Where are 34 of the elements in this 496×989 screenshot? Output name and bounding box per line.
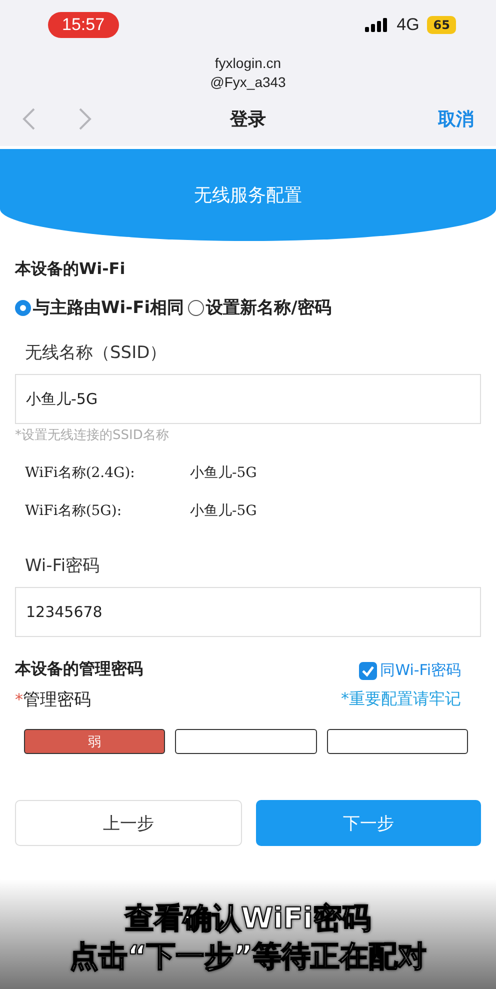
- password-field[interactable]: 12345678: [15, 587, 481, 637]
- back-icon[interactable]: [22, 107, 36, 131]
- section-title: 本设备的管理密码: [15, 658, 143, 680]
- domain-text: fyxlogin.cn: [214, 54, 282, 73]
- account-text: @Fyx_a343: [210, 73, 286, 92]
- band-label: WiFi名称(5G):: [25, 502, 123, 520]
- note-text: *重要配置请牢记: [341, 689, 461, 710]
- same-password-checkbox[interactable]: 同Wi-Fi密码: [359, 661, 461, 680]
- battery-badge: 65: [427, 16, 456, 34]
- checkbox-icon[interactable]: [359, 662, 378, 680]
- radio-icon[interactable]: [15, 300, 31, 316]
- ssid-field[interactable]: 小鱼儿-5G: [15, 374, 481, 424]
- page-title: 登录: [228, 108, 267, 131]
- hint-text: *设置无线连接的SSID名称: [15, 427, 170, 444]
- band-label: WiFi名称(2.4G):: [25, 464, 136, 482]
- field-label: 管理密码: [23, 689, 91, 711]
- previous-button[interactable]: 上一步: [15, 800, 242, 846]
- forward-icon[interactable]: [78, 107, 92, 131]
- section-title: 本设备的Wi-Fi: [15, 258, 126, 280]
- required-mark: *: [15, 690, 23, 709]
- caption-text: 查看确认WiFi密码: [125, 900, 371, 937]
- field-label: 无线名称（SSID）: [25, 342, 168, 364]
- band-value: 小鱼儿-5G: [190, 464, 257, 482]
- caption-text: 点击“下一步”等待正在配对: [69, 938, 427, 975]
- radio-icon[interactable]: [188, 300, 204, 316]
- banner-title: 无线服务配置: [194, 184, 302, 207]
- radio-option[interactable]: 与主路由Wi-Fi相同: [15, 296, 184, 319]
- time-badge: 15:57: [48, 12, 119, 38]
- radio-option[interactable]: 设置新名称/密码: [188, 296, 332, 319]
- band-value: 小鱼儿-5G: [190, 502, 257, 520]
- signal-icon: [364, 18, 389, 32]
- field-label: Wi-Fi密码: [25, 555, 101, 577]
- strength-segment: 弱: [24, 729, 166, 754]
- network-label: 4G: [396, 15, 420, 35]
